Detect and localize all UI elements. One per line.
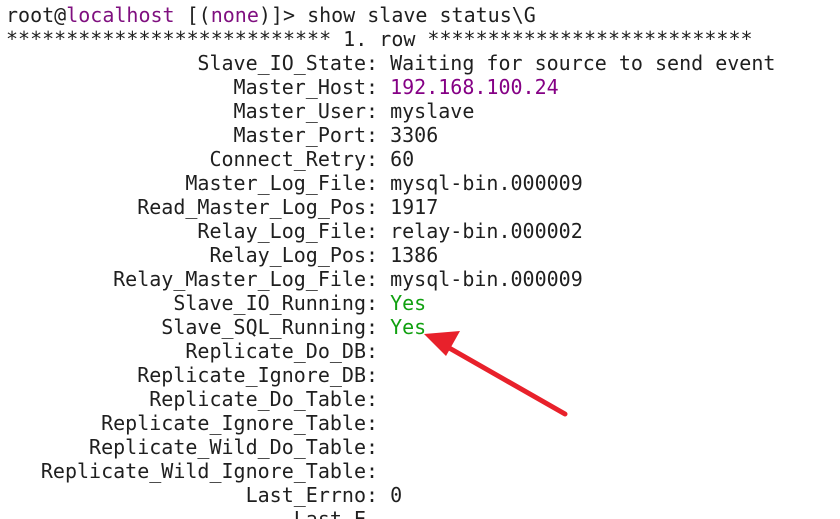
field-value: 1917 <box>390 195 439 219</box>
status-field-row: Slave_IO_Running: Yes <box>6 291 836 315</box>
field-value: 3306 <box>390 123 439 147</box>
status-field-row: Replicate_Wild_Do_Table: <box>6 435 836 459</box>
field-value: relay-bin.000002 <box>390 219 583 243</box>
field-separator: : <box>366 387 391 411</box>
field-separator: : <box>366 291 391 315</box>
field-key: Last_Errno <box>245 483 366 507</box>
field-key: Master_User <box>233 99 366 123</box>
truncated-key: Last_E <box>293 507 366 519</box>
field-key: Master_Host <box>233 75 366 99</box>
status-field-row: Master_Log_File: mysql-bin.000009 <box>6 171 836 195</box>
prompt-user: root <box>6 3 55 27</box>
status-field-row: Master_User: myslave <box>6 99 836 123</box>
field-separator: : <box>366 99 391 123</box>
field-key: Slave_SQL_Running <box>161 315 366 339</box>
field-value: 60 <box>390 147 415 171</box>
status-field-row: Replicate_Do_Table: <box>6 387 836 411</box>
field-key: Replicate_Ignore_DB <box>137 363 366 387</box>
field-key: Relay_Log_File <box>197 219 366 243</box>
field-key: Connect_Retry <box>209 147 366 171</box>
field-key: Slave_IO_State <box>197 51 366 75</box>
field-key: Slave_IO_Running <box>173 291 366 315</box>
prompt-command: show slave status\G <box>307 3 536 27</box>
field-separator: : <box>366 123 391 147</box>
field-separator: : <box>366 315 391 339</box>
field-key: Read_Master_Log_Pos <box>137 195 366 219</box>
status-field-row: Master_Host: 192.168.100.24 <box>6 75 836 99</box>
prompt-host: localhost <box>66 3 175 27</box>
field-key: Master_Log_File <box>185 171 366 195</box>
terminal-output[interactable]: root@localhost [(none)]> show slave stat… <box>6 3 836 519</box>
field-separator: : <box>366 195 391 219</box>
field-value: 1386 <box>390 243 439 267</box>
field-separator: : <box>366 243 391 267</box>
field-separator: : <box>366 147 391 171</box>
field-separator: : <box>366 339 391 363</box>
field-value: Waiting for source to send event <box>390 51 776 75</box>
status-field-row: Read_Master_Log_Pos: 1917 <box>6 195 836 219</box>
field-key: Replicate_Do_Table <box>149 387 366 411</box>
field-value: 0 <box>390 483 403 507</box>
status-field-row: Connect_Retry: 60 <box>6 147 836 171</box>
status-field-row: Replicate_Do_DB: <box>6 339 836 363</box>
field-separator: : <box>366 363 391 387</box>
field-value: myslave <box>390 99 475 123</box>
field-separator: : <box>366 219 391 243</box>
field-value: Yes <box>390 291 427 315</box>
prompt-db: none <box>210 3 259 27</box>
prompt-close: )]> <box>258 3 308 27</box>
field-value: Yes <box>390 315 427 339</box>
field-separator: : <box>366 411 391 435</box>
field-value: 192.168.100.24 <box>390 75 559 99</box>
field-value: mysql-bin.000009 <box>390 267 583 291</box>
field-separator: : <box>366 171 391 195</box>
field-key: Relay_Master_Log_File <box>113 267 366 291</box>
field-separator: : <box>366 75 391 99</box>
field-key: Replicate_Wild_Ignore_Table <box>40 459 366 483</box>
status-field-row: Relay_Master_Log_File: mysql-bin.000009 <box>6 267 836 291</box>
status-field-row: Relay_Log_Pos: 1386 <box>6 243 836 267</box>
field-separator: : <box>366 51 391 75</box>
status-field-row: Replicate_Ignore_DB: <box>6 363 836 387</box>
field-separator: : <box>366 459 391 483</box>
truncated-line: Last_E <box>6 507 836 519</box>
status-fields: Slave_IO_State: Waiting for source to se… <box>6 51 836 507</box>
field-key: Master_Port <box>233 123 366 147</box>
status-field-row: Relay_Log_File: relay-bin.000002 <box>6 219 836 243</box>
status-field-row: Last_Errno: 0 <box>6 483 836 507</box>
status-field-row: Master_Port: 3306 <box>6 123 836 147</box>
prompt-open: [( <box>174 3 211 27</box>
prompt-line: root@localhost [(none)]> show slave stat… <box>6 3 836 27</box>
prompt-at: @ <box>54 3 67 27</box>
status-field-row: Replicate_Ignore_Table: <box>6 411 836 435</box>
row-header: *************************** 1. row *****… <box>6 27 753 51</box>
field-key: Replicate_Wild_Do_Table <box>89 435 366 459</box>
field-separator: : <box>366 435 391 459</box>
field-key: Replicate_Ignore_Table <box>101 411 366 435</box>
status-field-row: Slave_SQL_Running: Yes <box>6 315 836 339</box>
status-field-row: Replicate_Wild_Ignore_Table: <box>6 459 836 483</box>
field-key: Relay_Log_Pos <box>209 243 366 267</box>
field-value: mysql-bin.000009 <box>390 171 583 195</box>
field-separator: : <box>366 267 391 291</box>
field-key: Replicate_Do_DB <box>185 339 366 363</box>
field-separator: : <box>366 483 391 507</box>
status-field-row: Slave_IO_State: Waiting for source to se… <box>6 51 836 75</box>
